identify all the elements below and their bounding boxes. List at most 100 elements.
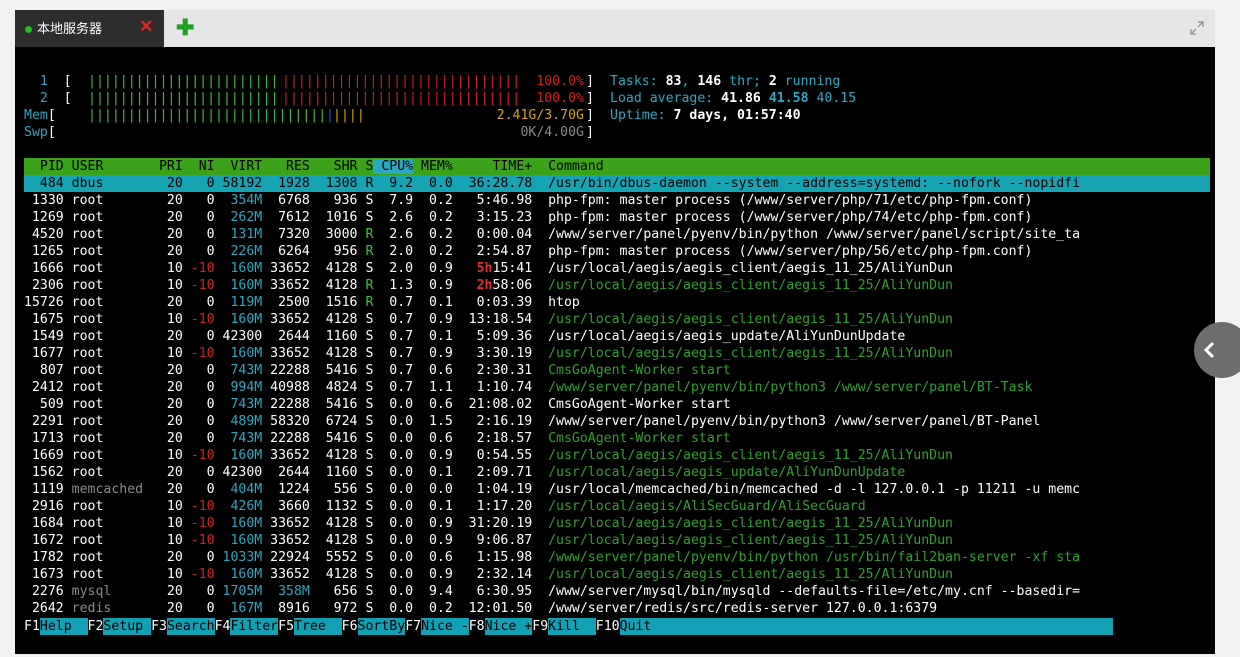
table-row[interactable]: 2412 root 20 0 994M 40988 4824 S 0.7 1.1…	[24, 379, 1210, 396]
cell-command: /usr/local/aegis/aegis_client/aegis_11_2…	[532, 346, 953, 361]
cell-user: root	[71, 278, 144, 293]
table-row[interactable]: 1269 root 20 0 262M 7612 1016 S 2.6 0.2 …	[24, 209, 1210, 226]
table-row[interactable]: 1684 root 10 -10 160M 33652 4128 S 0.0 0…	[24, 515, 1210, 532]
cell-mem: 9.4	[413, 584, 453, 599]
cell-state: S	[357, 346, 374, 361]
cell-virt: 160M	[214, 567, 263, 582]
table-row[interactable]: 2276 mysql 20 0 1705M 358M 656 S 0.0 9.4…	[24, 583, 1210, 600]
column-header-ni[interactable]: NI	[183, 159, 215, 174]
cell-shr: 4128	[309, 346, 358, 361]
cell-pri: 10	[143, 533, 183, 548]
table-row[interactable]: 2291 root 20 0 489M 58320 6724 S 0.0 1.5…	[24, 413, 1210, 430]
meter-bracket: [	[63, 74, 72, 89]
column-header-time[interactable]: TIME+	[453, 159, 532, 174]
terminal[interactable]: 1 [|||||||||||||||||||||||| |||||||||||||…	[15, 47, 1215, 654]
table-row[interactable]: 1672 root 10 -10 160M 33652 4128 S 0.0 0…	[24, 532, 1210, 549]
fkey-f2[interactable]: F2Setup	[88, 618, 152, 635]
table-row[interactable]: 4520 root 20 0 131M 7320 3000 R 2.6 0.2 …	[24, 226, 1210, 243]
cell-user: root	[71, 261, 144, 276]
cell-ni: -10	[182, 312, 215, 327]
table-row[interactable]: 1330 root 20 0 354M 6768 936 S 7.9 0.2 5…	[24, 192, 1210, 209]
column-header-pri[interactable]: PRI	[143, 159, 183, 174]
cell-state: S	[357, 193, 374, 208]
table-row[interactable]: 1562 root 20 0 42300 2644 1160 S 0.0 0.1…	[24, 464, 1210, 481]
tab-local-server[interactable]: 本地服务器 ✕	[15, 10, 164, 47]
cell-virt: 119M	[214, 295, 263, 310]
table-row[interactable]: 1677 root 10 -10 160M 33652 4128 S 0.7 0…	[24, 345, 1210, 362]
fkey-f5[interactable]: F5Tree	[278, 618, 342, 635]
fkey-f9[interactable]: F9Kill	[532, 618, 596, 635]
cell-cpu: 0.0	[373, 482, 414, 497]
table-row[interactable]: 1119 memcached 20 0 404M 1224 556 S 0.0 …	[24, 481, 1210, 498]
fkey-f7[interactable]: F7Nice -	[405, 618, 469, 635]
table-row[interactable]: 1265 root 20 0 226M 6264 956 R 2.0 0.2 2…	[24, 243, 1210, 260]
table-row[interactable]: 1782 root 20 0 1033M 22924 5552 S 0.0 0.…	[24, 549, 1210, 566]
cell-user: root	[71, 414, 144, 429]
table-row[interactable]: 1549 root 20 0 42300 2644 1160 S 0.7 0.1…	[24, 328, 1210, 345]
cell-state: S	[357, 397, 374, 412]
fkey-f6[interactable]: F6SortBy	[342, 618, 406, 635]
process-table-header[interactable]: PID USER PRI NI VIRT RES SHR S CPU% MEM%…	[24, 158, 1210, 175]
column-header-command[interactable]: Command	[532, 159, 604, 174]
cell-mem: 0.9	[413, 312, 453, 327]
column-header-virt[interactable]: VIRT	[215, 159, 262, 174]
table-row[interactable]: 15726 root 20 0 119M 2500 1516 R 0.7 0.1…	[24, 294, 1210, 311]
cell-shr: 956	[309, 244, 358, 259]
cell-ni: 0	[182, 397, 215, 412]
column-header-res[interactable]: RES	[262, 159, 310, 174]
cell-shr: 936	[309, 193, 358, 208]
cell-mem: 0.9	[413, 567, 453, 582]
cell-virt: 58192	[214, 176, 263, 191]
table-row[interactable]: 1713 root 20 0 743M 22288 5416 S 0.0 0.6…	[24, 430, 1210, 447]
cell-shr: 4128	[309, 516, 358, 531]
cell-ni: 0	[182, 329, 215, 344]
column-header-user[interactable]: USER	[72, 159, 143, 174]
table-row[interactable]: 2642 redis 20 0 167M 8916 972 S 0.0 0.2 …	[24, 600, 1210, 617]
column-header-shr[interactable]: SHR	[310, 159, 358, 174]
fkey-f8[interactable]: F8Nice +	[469, 618, 533, 635]
column-header-mem[interactable]: MEM%	[413, 159, 453, 174]
close-icon[interactable]: ✕	[139, 18, 153, 36]
cell-user: root	[71, 516, 144, 531]
column-header-pid[interactable]: PID	[24, 159, 72, 174]
table-row[interactable]: 2916 root 10 -10 426M 3660 1132 S 0.0 0.…	[24, 498, 1210, 515]
cell-pid: 2642	[24, 601, 72, 616]
maximize-icon[interactable]	[1189, 20, 1205, 36]
cell-time: 3:15.23	[452, 210, 533, 225]
cell-mem: 0.2	[413, 210, 453, 225]
cell-virt: 160M	[214, 516, 263, 531]
cell-res: 22288	[262, 397, 310, 412]
cell-user: root	[71, 346, 144, 361]
cell-virt: 489M	[214, 414, 263, 429]
cell-state: S	[357, 380, 374, 395]
cell-user: root	[71, 329, 144, 344]
fkey-f4[interactable]: F4Filter	[215, 618, 279, 635]
fkey-f3[interactable]: F3Search	[151, 618, 215, 635]
fkey-f10[interactable]: F10Quit	[596, 618, 1113, 635]
cell-command: CmsGoAgent-Worker start	[532, 363, 731, 378]
cell-ni: 0	[182, 431, 215, 446]
table-row[interactable]: 1675 root 10 -10 160M 33652 4128 S 0.7 0…	[24, 311, 1210, 328]
column-header-s[interactable]: S	[358, 159, 373, 174]
cell-command: /usr/local/aegis/aegis_client/aegis_11_2…	[532, 312, 953, 327]
meter-fill-used: ||||||||||||||||||||||||||||||||||||||||…	[88, 108, 326, 123]
column-header-cpu[interactable]: CPU%	[373, 159, 414, 174]
cell-res: 58320	[262, 414, 310, 429]
table-row[interactable]: 509 root 20 0 743M 22288 5416 S 0.0 0.6 …	[24, 396, 1210, 413]
table-row[interactable]: 2306 root 10 -10 160M 33652 4128 R 1.3 0…	[24, 277, 1210, 294]
cell-pid: 2916	[24, 499, 72, 514]
table-row[interactable]: 484 dbus 20 0 58192 1928 1308 R 9.2 0.0 …	[24, 175, 1210, 192]
fkey-f1[interactable]: F1Help	[24, 618, 88, 635]
table-row[interactable]: 807 root 20 0 743M 22288 5416 S 0.7 0.6 …	[24, 362, 1210, 379]
meter-bracket: [	[63, 91, 72, 106]
cell-virt: 160M	[214, 346, 263, 361]
table-row[interactable]: 1666 root 10 -10 160M 33652 4128 S 2.0 0…	[24, 260, 1210, 277]
table-row[interactable]: 1673 root 10 -10 160M 33652 4128 S 0.0 0…	[24, 566, 1210, 583]
table-row[interactable]: 1669 root 10 -10 160M 33652 4128 S 0.0 0…	[24, 447, 1210, 464]
cell-user: root	[71, 448, 144, 463]
cell-ni: 0	[182, 176, 215, 191]
add-tab-icon[interactable]: ✚	[176, 16, 194, 40]
cell-command: /usr/local/aegis/aegis_client/aegis_11_2…	[532, 516, 953, 531]
cell-cpu: 0.7	[373, 312, 414, 327]
cell-command: /usr/local/aegis/aegis_client/aegis_11_2…	[532, 533, 953, 548]
